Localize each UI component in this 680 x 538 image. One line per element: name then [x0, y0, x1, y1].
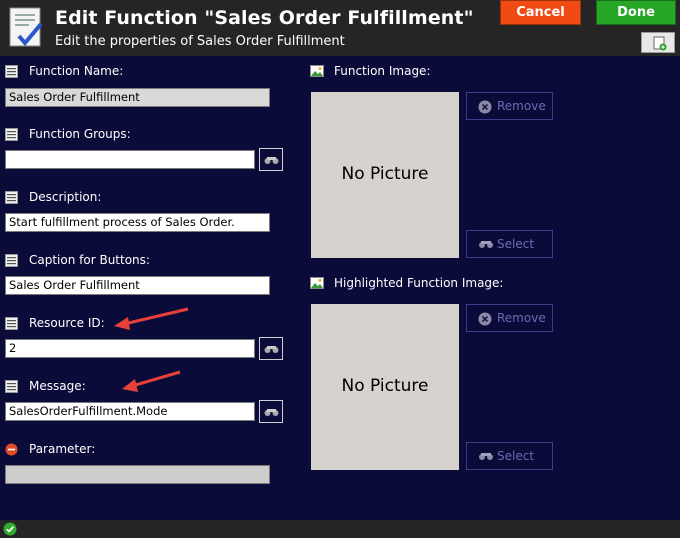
status-bar [0, 520, 680, 538]
annotation-arrow-resource-id [114, 307, 189, 330]
cancel-button[interactable]: Cancel [500, 0, 581, 25]
list-icon [5, 191, 18, 204]
binoculars-icon [479, 241, 493, 248]
caption-field[interactable]: Sales Order Fulfillment [5, 276, 270, 295]
error-icon [5, 443, 18, 456]
highlighted-image-preview: No Picture [311, 304, 459, 470]
binoculars-icon [264, 346, 279, 353]
page-subtitle: Edit the properties of Sales Order Fulfi… [55, 34, 345, 49]
list-icon [5, 254, 18, 267]
function-name-field[interactable]: Sales Order Fulfillment [5, 88, 270, 107]
binoculars-icon [479, 453, 493, 460]
options-button[interactable] [641, 32, 675, 53]
highlighted-image-select-button[interactable]: Select [466, 442, 553, 470]
function-image-remove-button[interactable]: Remove [466, 92, 553, 120]
function-image-preview: No Picture [311, 92, 459, 258]
header-bar: Edit Function "Sales Order Fulfillment" … [0, 0, 680, 56]
highlighted-image-remove-button[interactable]: Remove [466, 304, 553, 332]
list-icon [5, 317, 18, 330]
function-groups-field[interactable] [5, 150, 255, 169]
binoculars-icon [264, 157, 279, 164]
binoculars-icon [264, 409, 279, 416]
remove-icon [478, 100, 492, 114]
function-image-select-button[interactable]: Select [466, 230, 553, 258]
list-icon [5, 65, 18, 78]
image-icon [310, 277, 324, 289]
list-icon [5, 380, 18, 393]
resource-id-lookup-button[interactable] [259, 337, 283, 360]
edit-document-icon [9, 7, 43, 47]
check-icon [3, 522, 17, 536]
list-icon [5, 128, 18, 141]
resource-id-field[interactable]: 2 [5, 339, 255, 358]
add-icon [653, 36, 667, 51]
function-groups-lookup-button[interactable] [259, 148, 283, 171]
description-field[interactable]: Start fulfillment process of Sales Order… [5, 213, 270, 232]
remove-icon [478, 312, 492, 326]
page-title: Edit Function "Sales Order Fulfillment" [55, 7, 474, 29]
done-button[interactable]: Done [596, 0, 676, 25]
message-field[interactable]: SalesOrderFulfillment.Mode [5, 402, 255, 421]
message-lookup-button[interactable] [259, 400, 283, 423]
parameter-field[interactable] [5, 465, 270, 484]
image-icon [310, 65, 324, 77]
annotation-arrow-message [122, 370, 181, 392]
